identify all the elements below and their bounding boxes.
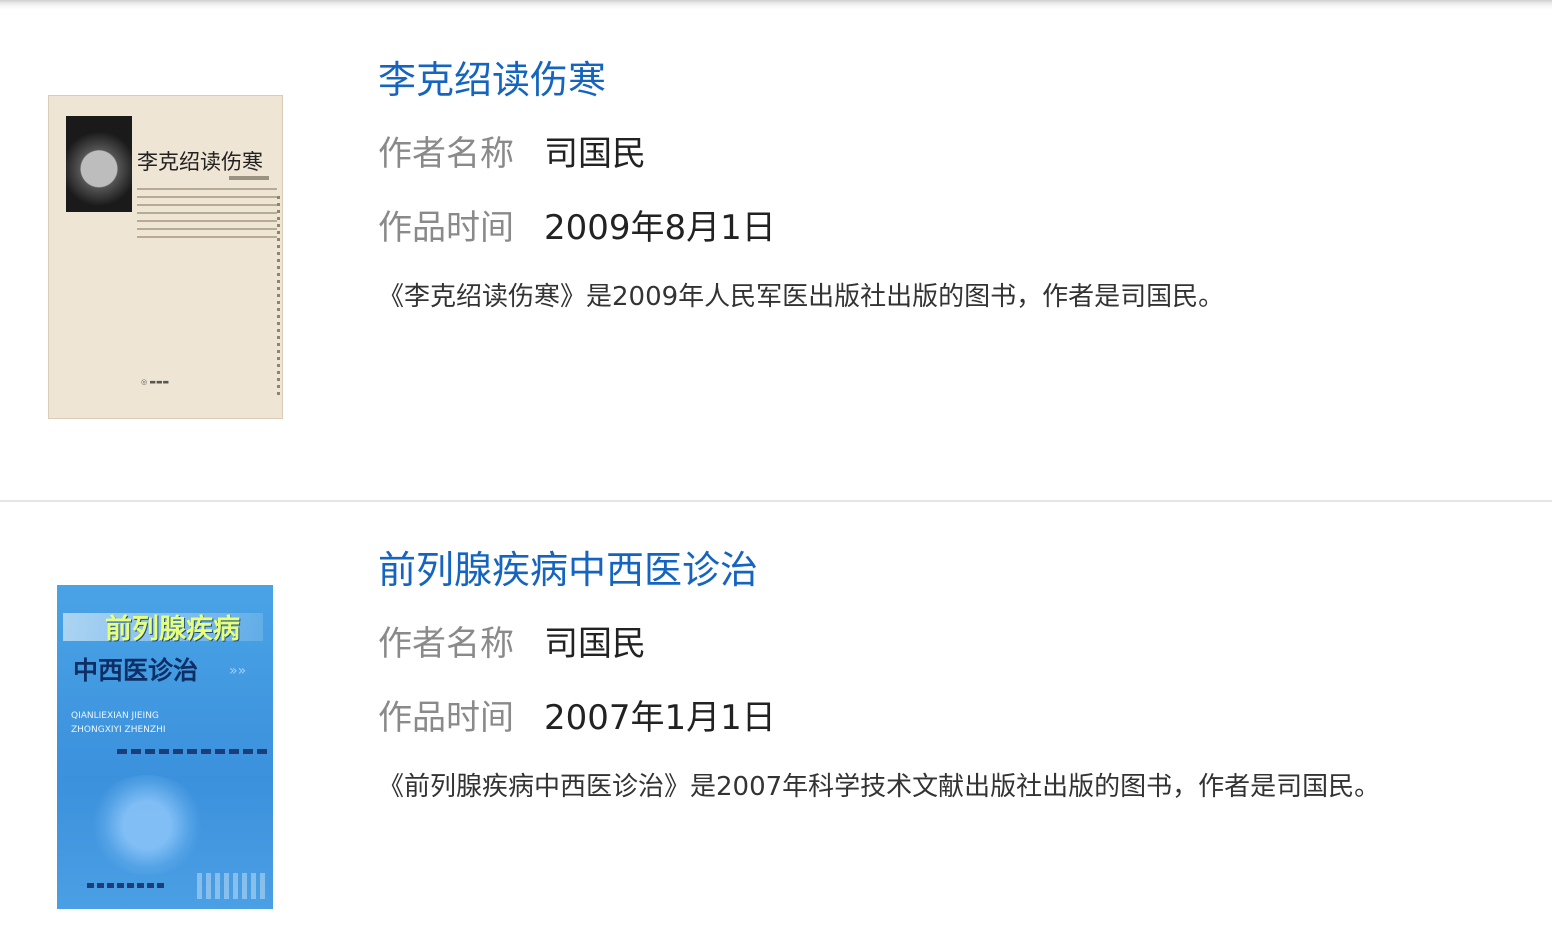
book-description: 《前列腺疾病中西医诊治》是2007年科学技术文献出版社出版的图书，作者是司国民。	[378, 772, 1381, 802]
cover-pattern	[197, 873, 267, 899]
book-cover-image[interactable]: 前列腺疾病 中西医诊治 »» QIANLIEXIAN JIEING ZHONGX…	[57, 585, 273, 909]
book-cover-image[interactable]: 李克绍读伤寒 ◎ ▬▬▬	[48, 95, 283, 419]
book-title-link[interactable]: 李克绍读伤寒	[378, 56, 606, 104]
cover-border-dots	[277, 196, 280, 396]
date-row: 作品时间 2007年1月1日	[378, 696, 776, 740]
cover-text-block	[137, 188, 277, 244]
author-label: 作者名称	[378, 624, 514, 664]
date-label: 作品时间	[378, 698, 514, 738]
author-value: 司国民	[544, 624, 646, 664]
cover-portrait	[66, 116, 132, 212]
chevron-right-icon: »»	[229, 663, 247, 679]
cover-english-title: QIANLIEXIAN JIEING ZHONGXIYI ZHENZHI	[71, 711, 166, 735]
date-value: 2007年1月1日	[544, 698, 776, 738]
cover-subtitle-mark	[229, 176, 269, 180]
book-title-link[interactable]: 前列腺疾病中西医诊治	[378, 546, 758, 594]
date-label: 作品时间	[378, 208, 514, 248]
book-card[interactable]: 前列腺疾病 中西医诊治 »» QIANLIEXIAN JIEING ZHONGX…	[0, 502, 1552, 952]
cover-illustration	[87, 775, 207, 875]
cover-publisher-text	[87, 883, 167, 888]
date-row: 作品时间 2009年8月1日	[378, 206, 776, 250]
author-label: 作者名称	[378, 134, 514, 174]
author-value: 司国民	[544, 134, 646, 174]
author-row: 作者名称 司国民	[378, 622, 646, 666]
cover-title-line2: 中西医诊治	[73, 656, 199, 685]
date-value: 2009年8月1日	[544, 208, 776, 248]
top-shadow	[0, 0, 1552, 10]
book-card[interactable]: 李克绍读伤寒 ◎ ▬▬▬ 李克绍读伤寒 作者名称 司国民 作品时间 2009年8月1…	[0, 10, 1552, 500]
book-description: 《李克绍读伤寒》是2009年人民军医出版社出版的图书，作者是司国民。	[378, 282, 1225, 312]
cover-authors-line	[117, 749, 267, 754]
cover-publisher-logo: ◎ ▬▬▬	[141, 378, 170, 386]
author-row: 作者名称 司国民	[378, 132, 646, 176]
cover-title-line1: 前列腺疾病	[105, 614, 240, 645]
cover-title: 李克绍读伤寒	[137, 150, 263, 174]
